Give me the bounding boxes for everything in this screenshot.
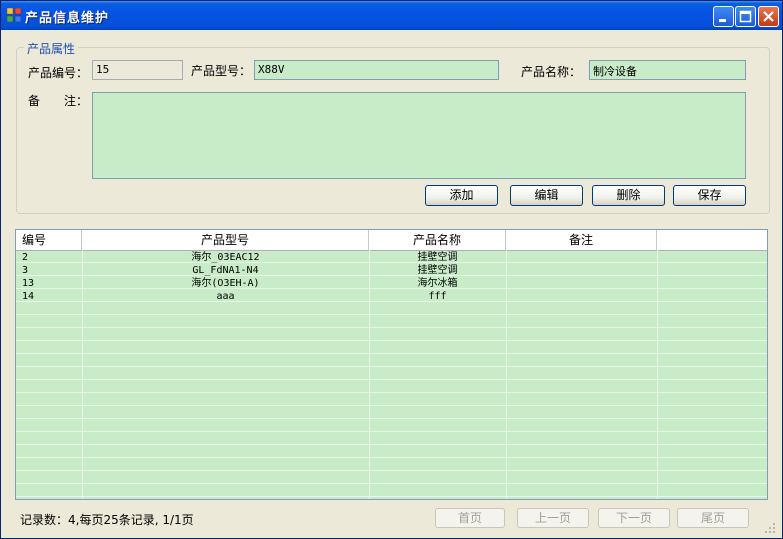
col-header-remark[interactable]: 备注 xyxy=(506,230,657,250)
add-button[interactable]: 添加 xyxy=(425,185,498,206)
last-page-button[interactable]: 尾页 xyxy=(677,508,749,528)
cell-model: GL_FdNA1-N4 xyxy=(192,265,259,276)
col-header-model[interactable]: 产品型号 xyxy=(82,230,369,250)
remark-label: 备 注： xyxy=(28,94,89,108)
next-page-button[interactable]: 下一页 xyxy=(598,508,670,528)
maximize-icon xyxy=(739,10,752,23)
first-page-button[interactable]: 首页 xyxy=(435,508,505,528)
title-bar[interactable]: 产品信息维护 xyxy=(1,1,782,30)
cell-code: 14 xyxy=(22,291,35,302)
cell-model: 海尔_03EAC12 xyxy=(191,252,260,263)
product-grid[interactable]: 编号 产品型号 产品名称 备注 2 海尔_03EAC12 挂壁空调 3 GL_F… xyxy=(15,229,768,500)
cell-name: 挂壁空调 xyxy=(417,252,458,263)
table-row[interactable]: 3 GL_FdNA1-N4 挂壁空调 xyxy=(16,264,767,277)
app-window: 产品信息维护 产品属性 产品编号： 15 产品型号： X88V 产品名称： 制冷… xyxy=(0,0,783,539)
col-header-code[interactable]: 编号 xyxy=(16,230,82,250)
product-model-label: 产品型号： xyxy=(191,64,252,78)
remark-field[interactable] xyxy=(92,92,746,179)
minimize-button[interactable] xyxy=(713,6,734,27)
client-area: 产品属性 产品编号： 15 产品型号： X88V 产品名称： 制冷设备 备 注：… xyxy=(4,30,779,537)
cell-remark xyxy=(506,264,657,277)
grid-header: 编号 产品型号 产品名称 备注 xyxy=(16,230,767,251)
table-row[interactable]: 13 海尔(O3EH-A) 海尔冰箱 xyxy=(16,277,767,290)
delete-button[interactable]: 删除 xyxy=(592,185,665,206)
cell-model: aaa xyxy=(216,291,235,302)
edit-button[interactable]: 编辑 xyxy=(510,185,583,206)
prev-page-button[interactable]: 上一页 xyxy=(517,508,589,528)
cell-name: 挂壁空调 xyxy=(417,265,458,276)
product-model-field[interactable]: X88V xyxy=(254,60,499,80)
app-icon xyxy=(6,7,22,23)
cell-code: 2 xyxy=(22,252,29,263)
product-name-label: 产品名称： xyxy=(521,65,582,79)
window-title: 产品信息维护 xyxy=(25,11,110,26)
maximize-button[interactable] xyxy=(735,6,756,27)
resize-grip-icon[interactable] xyxy=(764,522,776,534)
product-name-field[interactable]: 制冷设备 xyxy=(589,60,746,80)
table-row[interactable]: 2 海尔_03EAC12 挂壁空调 xyxy=(16,251,767,264)
close-button[interactable] xyxy=(758,6,779,27)
cell-name: 海尔冰箱 xyxy=(417,278,458,289)
cell-model: 海尔(O3EH-A) xyxy=(191,278,260,289)
cell-remark xyxy=(506,290,657,303)
minimize-icon xyxy=(719,19,726,22)
save-button[interactable]: 保存 xyxy=(673,185,746,206)
table-row[interactable]: 14 aaa fff xyxy=(16,290,767,303)
cell-code: 3 xyxy=(22,265,29,276)
product-code-field[interactable]: 15 xyxy=(92,60,183,80)
cell-code: 13 xyxy=(22,278,35,289)
cell-name: fff xyxy=(428,291,447,302)
product-code-label: 产品编号： xyxy=(28,66,89,80)
close-icon xyxy=(763,11,774,22)
cell-remark xyxy=(506,251,657,264)
col-header-name[interactable]: 产品名称 xyxy=(369,230,506,250)
group-title: 产品属性 xyxy=(24,40,79,57)
cell-remark xyxy=(506,277,657,290)
record-count-status: 记录数：4,每页25条记录, 1/1页 xyxy=(20,513,194,527)
